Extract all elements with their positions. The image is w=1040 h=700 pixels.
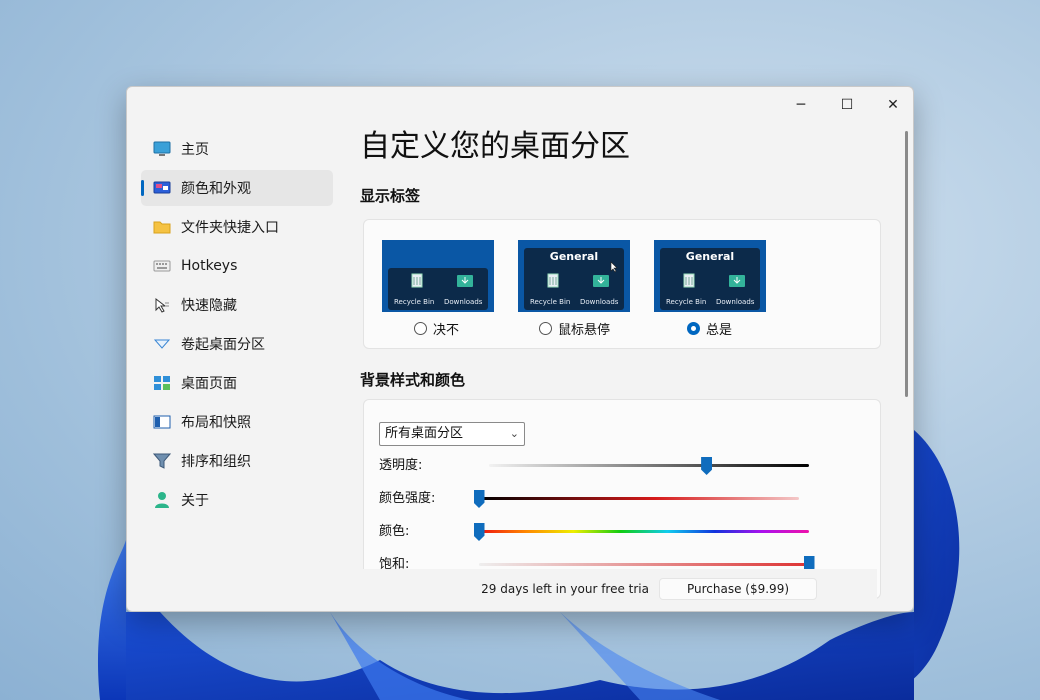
folder-icon bbox=[153, 218, 171, 236]
sidebar-item-label: Hotkeys bbox=[181, 258, 238, 274]
sidebar-item-label: 关于 bbox=[181, 493, 209, 509]
label-preview-never[interactable]: Recycle Bin Downloads bbox=[382, 240, 494, 312]
sidebar-nav: 主页 颜色和外观 文件夹快捷入口 Hotkeys 快速隐藏 卷起桌面分区 桌面页… bbox=[141, 131, 333, 521]
cursor-icon bbox=[610, 258, 618, 277]
slider-track[interactable] bbox=[479, 530, 809, 533]
purchase-button[interactable]: Purchase ($9.99) bbox=[659, 578, 817, 600]
content-scrollbar[interactable] bbox=[905, 131, 908, 397]
radio-option-never[interactable]: 决不 bbox=[414, 319, 459, 338]
thumb-caption: Recycle Bin bbox=[394, 298, 435, 306]
section-heading-labels: 显示标签 bbox=[360, 187, 421, 205]
rollup-triangle-icon bbox=[153, 335, 171, 353]
app-window: ─ ☐ ✕ 主页 颜色和外观 文件夹快捷入口 Hotkeys 快速隐藏 卷起桌面… bbox=[126, 86, 914, 612]
slider-thumb[interactable] bbox=[473, 490, 485, 508]
dropdown-value: 所有桌面分区 bbox=[385, 426, 464, 441]
downloads-folder-icon bbox=[592, 272, 610, 288]
maximize-button[interactable]: ☐ bbox=[825, 91, 869, 119]
slider-thumb[interactable] bbox=[701, 457, 713, 475]
slider-track[interactable] bbox=[479, 497, 799, 500]
sidebar-item-colors-appearance[interactable]: 颜色和外观 bbox=[141, 170, 333, 206]
thumb-caption: Downloads bbox=[444, 298, 483, 306]
sidebar-item-label: 快速隐藏 bbox=[181, 298, 237, 314]
radio-button-selected[interactable] bbox=[687, 322, 700, 335]
thumb-header: General bbox=[685, 250, 735, 263]
slider-label: 透明度: bbox=[379, 458, 423, 473]
slider-track[interactable] bbox=[479, 563, 809, 566]
sidebar-item-sort-organize[interactable]: 排序和组织 bbox=[141, 443, 333, 479]
slider-transparency[interactable]: 透明度: bbox=[379, 456, 819, 476]
fence-select-dropdown[interactable]: 所有桌面分区 ⌄ bbox=[379, 422, 525, 446]
radio-label: 总是 bbox=[706, 323, 733, 338]
downloads-folder-icon bbox=[456, 272, 474, 288]
recycle-bin-icon bbox=[680, 272, 698, 288]
sidebar-item-quick-hide[interactable]: 快速隐藏 bbox=[141, 287, 333, 323]
slider-color-intensity[interactable]: 颜色强度: bbox=[379, 489, 819, 509]
sidebar-item-rollup[interactable]: 卷起桌面分区 bbox=[141, 326, 333, 362]
close-button[interactable]: ✕ bbox=[871, 91, 913, 119]
radio-button[interactable] bbox=[539, 322, 552, 335]
label-preview-hover[interactable]: General Recycle Bin Downloads bbox=[518, 240, 630, 312]
palette-monitor-icon bbox=[153, 179, 171, 197]
labels-card: Recycle Bin Downloads 决不 General Recycle… bbox=[363, 219, 881, 349]
monitor-icon bbox=[153, 140, 171, 158]
sidebar-item-home[interactable]: 主页 bbox=[141, 131, 333, 167]
thumb-caption: Recycle Bin bbox=[530, 298, 571, 306]
radio-label: 鼠标悬停 bbox=[558, 323, 611, 338]
sidebar-item-label: 颜色和外观 bbox=[181, 181, 251, 197]
sidebar-item-label: 主页 bbox=[181, 142, 209, 158]
sidebar-item-hotkeys[interactable]: Hotkeys bbox=[141, 248, 333, 284]
section-heading-background: 背景样式和颜色 bbox=[360, 371, 466, 389]
sidebar-item-about[interactable]: 关于 bbox=[141, 482, 333, 518]
slider-label: 颜色: bbox=[379, 524, 410, 539]
person-icon bbox=[153, 491, 171, 509]
slider-track[interactable] bbox=[489, 464, 809, 467]
thumb-caption: Downloads bbox=[580, 298, 619, 306]
main-content: 自定义您的桌面分区 显示标签 Recycle Bin Downloads 决不 … bbox=[360, 123, 890, 599]
layout-snapshot-icon bbox=[153, 413, 171, 431]
radio-option-always[interactable]: 总是 bbox=[687, 319, 732, 338]
sidebar-item-label: 文件夹快捷入口 bbox=[181, 220, 279, 236]
radio-button[interactable] bbox=[414, 322, 427, 335]
recycle-bin-icon bbox=[408, 272, 426, 288]
downloads-folder-icon bbox=[728, 272, 746, 288]
minimize-button[interactable]: ─ bbox=[779, 91, 823, 119]
radio-label: 决不 bbox=[433, 323, 460, 338]
filter-funnel-icon bbox=[153, 452, 171, 470]
slider-thumb[interactable] bbox=[473, 523, 485, 541]
label-preview-always[interactable]: General Recycle Bin Downloads bbox=[654, 240, 766, 312]
trial-status-text: 29 days left in your free tria bbox=[481, 582, 649, 596]
radio-option-hover[interactable]: 鼠标悬停 bbox=[539, 319, 610, 338]
chevron-down-icon: ⌄ bbox=[509, 427, 519, 440]
sidebar-item-label: 桌面页面 bbox=[181, 376, 237, 392]
sidebar-item-layout-snapshots[interactable]: 布局和快照 bbox=[141, 404, 333, 440]
sidebar-item-label: 卷起桌面分区 bbox=[181, 337, 265, 353]
thumb-caption: Downloads bbox=[716, 298, 755, 306]
sidebar-item-label: 布局和快照 bbox=[181, 415, 251, 431]
slider-label: 颜色强度: bbox=[379, 491, 436, 506]
page-title: 自定义您的桌面分区 bbox=[360, 129, 630, 164]
slider-hue[interactable]: 颜色: bbox=[379, 522, 819, 542]
desktop-pages-icon bbox=[153, 374, 171, 392]
sidebar-item-folder-portals[interactable]: 文件夹快捷入口 bbox=[141, 209, 333, 245]
sidebar-item-label: 排序和组织 bbox=[181, 454, 251, 470]
trial-footer: 29 days left in your free tria Purchase … bbox=[361, 569, 877, 609]
thumb-caption: Recycle Bin bbox=[666, 298, 707, 306]
recycle-bin-icon bbox=[544, 272, 562, 288]
sidebar-item-desktop-pages[interactable]: 桌面页面 bbox=[141, 365, 333, 401]
keyboard-icon bbox=[153, 257, 171, 275]
thumb-header: General bbox=[549, 250, 599, 263]
cursor-hide-icon bbox=[153, 296, 171, 314]
